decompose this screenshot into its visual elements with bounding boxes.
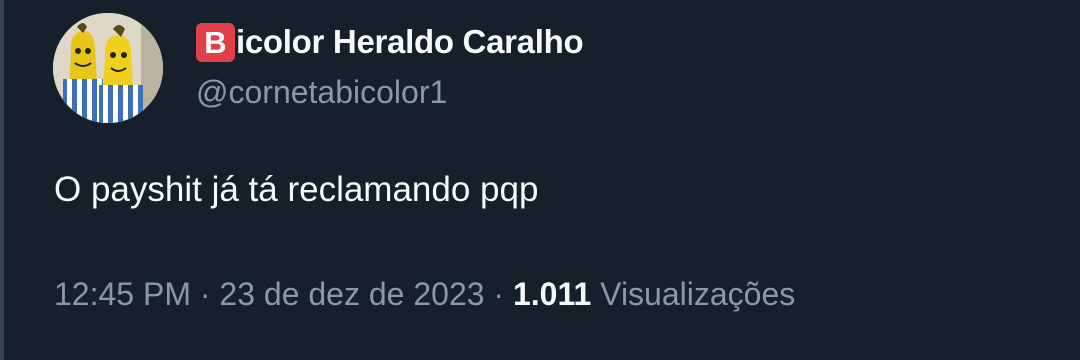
- author-display-name[interactable]: icolor Heraldo Caralho: [236, 23, 584, 61]
- b-button-emoji-icon: B: [196, 22, 235, 62]
- author-name-row[interactable]: B icolor Heraldo Caralho: [196, 20, 584, 64]
- views-label[interactable]: Visualizações: [600, 276, 795, 312]
- tweet-meta: 12:45 PM · 23 de dez de 2023 · 1.011 Vis…: [54, 276, 795, 313]
- views-count[interactable]: 1.011: [513, 276, 591, 312]
- meta-separator: ·: [199, 276, 211, 312]
- tweet-text: O payshit já tá reclamando pqp: [54, 170, 539, 209]
- tweet-date[interactable]: 23 de dez de 2023: [219, 276, 484, 312]
- avatar[interactable]: [53, 13, 163, 123]
- left-border: [0, 0, 4, 360]
- tweet-card: B icolor Heraldo Caralho @cornetabicolor…: [0, 0, 1080, 360]
- tweet-header: B icolor Heraldo Caralho @cornetabicolor…: [196, 20, 584, 111]
- meta-separator: ·: [493, 276, 505, 312]
- bananas-in-pyjamas-avatar-icon: [53, 13, 163, 123]
- tweet-time[interactable]: 12:45 PM: [54, 276, 191, 312]
- author-handle[interactable]: @cornetabicolor1: [196, 74, 583, 111]
